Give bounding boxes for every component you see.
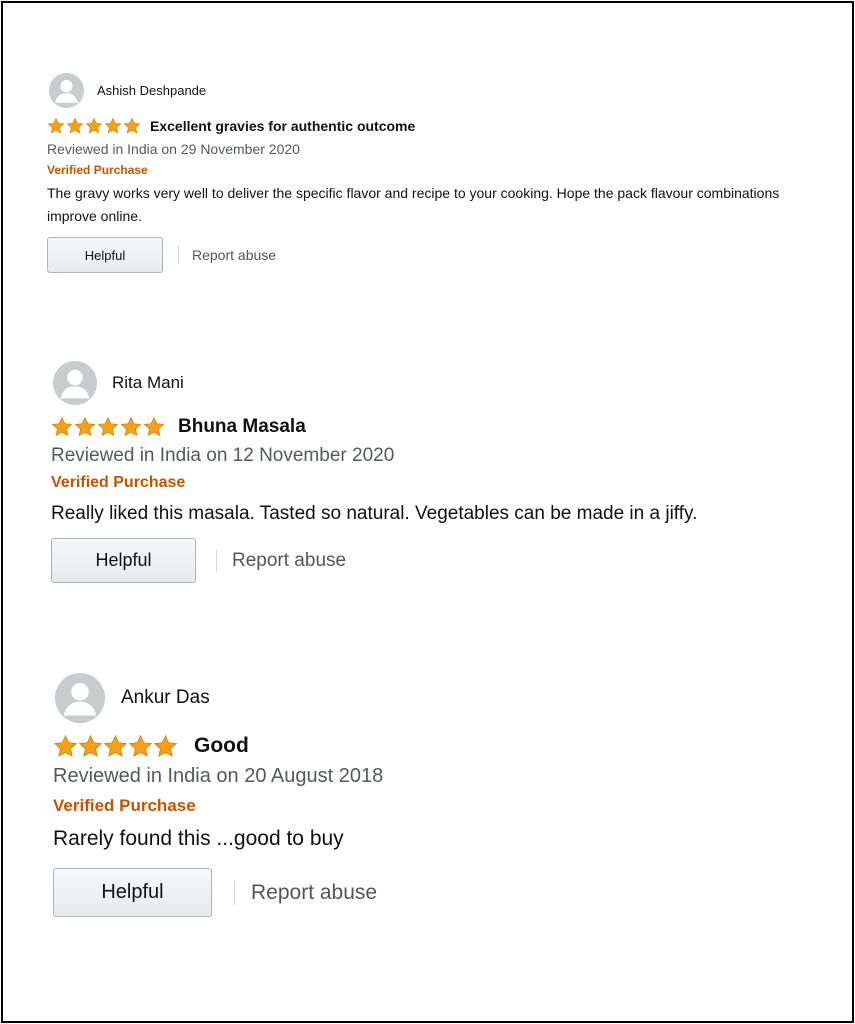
review-actions: Helpful Report abuse (47, 237, 827, 273)
star-icon (85, 117, 103, 134)
report-abuse-link[interactable]: Report abuse (251, 881, 377, 905)
star-icon (78, 734, 103, 757)
helpful-button[interactable]: Helpful (47, 237, 163, 273)
star-icon (47, 117, 65, 134)
star-icon (123, 117, 141, 134)
user-avatar-icon (49, 73, 84, 108)
review-rating-row: Excellent gravies for authentic outcome (47, 117, 827, 135)
review-body: Rarely found this ...good to buy (53, 827, 344, 850)
screenshot-frame: Ashish Deshpande Excellent gravies for a… (1, 1, 854, 1023)
review-actions: Helpful Report abuse (51, 538, 831, 583)
star-icon (120, 416, 142, 436)
review-card: Rita Mani Bhuna Masala Reviewed in India… (51, 361, 831, 583)
review-title[interactable]: Bhuna Masala (178, 416, 306, 438)
review-card: Ashish Deshpande Excellent gravies for a… (47, 73, 827, 273)
review-author-row: Ankur Das (53, 673, 833, 723)
verified-purchase-badge[interactable]: Verified Purchase (53, 796, 833, 816)
review-author-row: Rita Mani (51, 361, 831, 405)
star-icon (128, 734, 153, 757)
review-date: Reviewed in India on 12 November 2020 (51, 445, 395, 466)
star-rating[interactable] (47, 117, 142, 135)
star-icon (103, 734, 128, 757)
helpful-button[interactable]: Helpful (51, 538, 196, 583)
divider (234, 880, 235, 905)
star-icon (153, 734, 178, 757)
review-title[interactable]: Excellent gravies for authentic outcome (150, 118, 415, 134)
review-body: The gravy works very well to deliver the… (47, 185, 780, 224)
review-author-row: Ashish Deshpande (47, 73, 827, 108)
star-icon (66, 117, 84, 134)
review-rating-row: Bhuna Masala (51, 415, 831, 438)
divider (216, 549, 217, 572)
review-date: Reviewed in India on 29 November 2020 (47, 141, 300, 157)
star-icon (53, 734, 78, 757)
verified-purchase-badge[interactable]: Verified Purchase (51, 474, 831, 492)
report-abuse-link[interactable]: Report abuse (232, 550, 346, 572)
star-icon (97, 416, 119, 436)
review-title[interactable]: Good (194, 734, 249, 758)
report-abuse-link[interactable]: Report abuse (192, 247, 276, 263)
user-avatar-icon (55, 673, 105, 723)
star-rating[interactable] (51, 416, 166, 438)
review-card: Ankur Das Good Reviewed in India on 20 A… (53, 673, 833, 917)
star-icon (104, 117, 122, 134)
divider (178, 246, 179, 264)
helpful-button[interactable]: Helpful (53, 868, 212, 917)
star-icon (51, 416, 73, 436)
review-author[interactable]: Ankur Das (121, 687, 210, 709)
review-author[interactable]: Rita Mani (112, 373, 184, 393)
star-icon (143, 416, 165, 436)
star-icon (74, 416, 96, 436)
user-avatar-icon (53, 361, 97, 405)
review-date: Reviewed in India on 20 August 2018 (53, 765, 384, 787)
review-author[interactable]: Ashish Deshpande (97, 83, 206, 98)
star-rating[interactable] (53, 734, 178, 759)
review-body: Really liked this masala. Tasted so natu… (51, 503, 698, 524)
verified-purchase-badge[interactable]: Verified Purchase (47, 163, 827, 177)
review-actions: Helpful Report abuse (53, 868, 833, 917)
review-rating-row: Good (53, 733, 833, 759)
